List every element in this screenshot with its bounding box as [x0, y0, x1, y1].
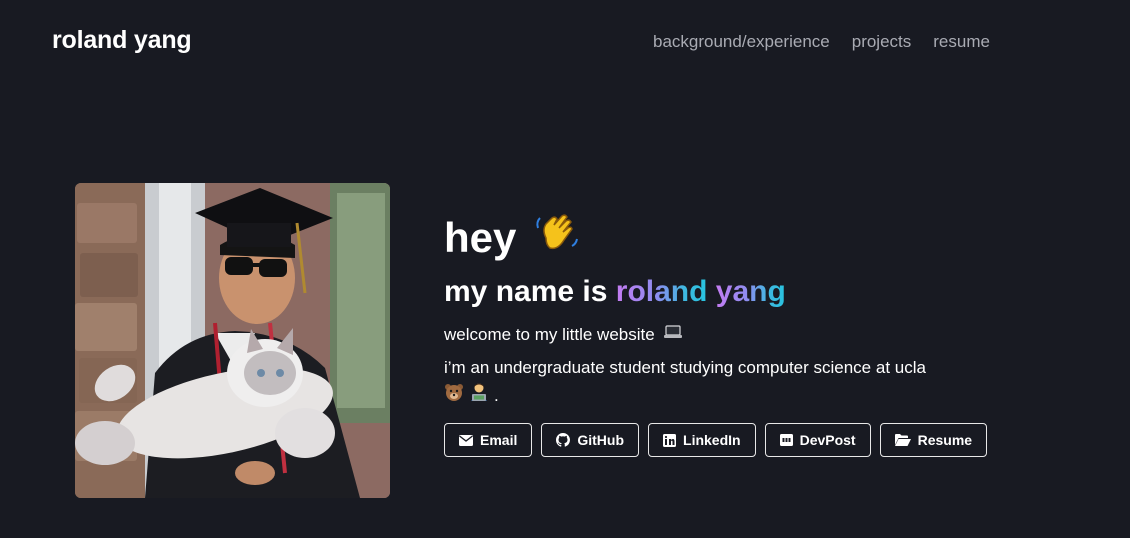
- folder-open-icon: [894, 434, 911, 446]
- bio-period: .: [494, 386, 499, 405]
- social-buttons: Email GitHub LinkedIn DevPost Resume: [444, 423, 988, 457]
- main-nav: background/experience projects resume: [653, 32, 990, 52]
- intro-text: welcome to my little website: [444, 322, 1004, 348]
- email-button[interactable]: Email: [444, 423, 533, 457]
- nav-link-background-experience[interactable]: background/experience: [653, 32, 830, 52]
- nav-link-projects[interactable]: projects: [852, 32, 912, 52]
- nav-link-resume[interactable]: resume: [933, 32, 990, 52]
- devpost-icon: [779, 434, 793, 446]
- email-button-label: Email: [480, 432, 518, 448]
- greeting-text: hey: [444, 214, 517, 261]
- waving-hand-icon: [534, 208, 580, 268]
- site-brand[interactable]: roland yang: [52, 26, 192, 55]
- name-first: roland: [615, 275, 708, 308]
- devpost-button-label: DevPost: [799, 432, 856, 448]
- greeting-heading: hey: [444, 208, 1004, 268]
- devpost-button[interactable]: DevPost: [764, 423, 871, 457]
- profile-photo: [75, 183, 390, 498]
- resume-button-label: Resume: [917, 432, 973, 448]
- github-button[interactable]: GitHub: [541, 423, 640, 457]
- bio-text: i’m an undergraduate student studying co…: [444, 355, 984, 410]
- name-last: yang: [715, 275, 786, 308]
- bear-icon: [444, 382, 464, 410]
- intro-label: welcome to my little website: [444, 325, 655, 344]
- hero-section: hey my name is roland yang welcome to my…: [444, 208, 1004, 410]
- name-prefix: my name is: [444, 275, 608, 308]
- graduation-photo-with-cat: [75, 183, 390, 498]
- envelope-icon: [459, 434, 473, 446]
- name-heading: my name is roland yang: [444, 272, 1004, 312]
- github-button-label: GitHub: [577, 432, 625, 448]
- linkedin-icon: [663, 433, 677, 447]
- technologist-icon: [468, 382, 490, 410]
- github-icon: [556, 433, 571, 447]
- page: roland yang background/experience projec…: [0, 0, 1130, 538]
- bio-label: i’m an undergraduate student studying co…: [444, 358, 926, 377]
- laptop-icon: [663, 322, 683, 348]
- bio-emoji-row: .: [444, 382, 984, 410]
- resume-button[interactable]: Resume: [879, 423, 988, 457]
- linkedin-button-label: LinkedIn: [683, 432, 741, 448]
- linkedin-button[interactable]: LinkedIn: [648, 423, 756, 457]
